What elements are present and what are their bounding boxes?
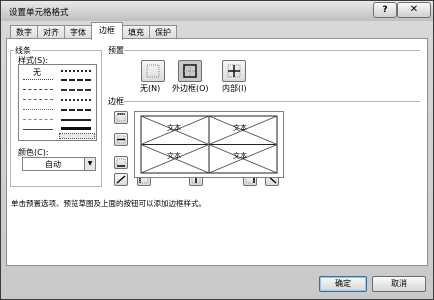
line-style-option[interactable] xyxy=(23,129,53,130)
preview-sketch xyxy=(140,115,278,174)
preview-cell-text: 文本 xyxy=(233,124,247,132)
no-border-icon xyxy=(146,64,160,78)
tab-number[interactable]: 数字 xyxy=(10,25,38,39)
outline-border-icon xyxy=(183,64,197,78)
line-style-double-selected[interactable] xyxy=(59,133,95,139)
tab-border[interactable]: 边框 xyxy=(91,22,123,40)
border-preview[interactable]: 文本 文本 文本 文本 xyxy=(134,111,284,178)
line-style-option[interactable] xyxy=(61,89,91,91)
line-style-none[interactable]: 无 xyxy=(33,67,41,78)
title-bar[interactable]: 设置单元格格式 ? ✕ xyxy=(1,1,433,21)
line-style-option[interactable] xyxy=(23,79,53,80)
bottom-border-icon xyxy=(116,158,126,167)
chevron-down-icon[interactable]: ▼ xyxy=(84,158,95,170)
top-border-icon xyxy=(116,113,126,122)
preview-cell-text: 文本 xyxy=(167,152,181,160)
preview-cell-text: 文本 xyxy=(167,124,181,132)
border-divider xyxy=(124,101,420,102)
tab-fill[interactable]: 填充 xyxy=(122,25,150,39)
line-style-option[interactable] xyxy=(23,109,53,110)
inside-border-icon xyxy=(227,64,241,78)
line-style-option[interactable] xyxy=(23,119,53,120)
help-button[interactable]: ? xyxy=(373,2,397,18)
hint-text: 单击预置选项、预览草图及上面的按钮可以添加边框样式。 xyxy=(11,199,206,208)
tab-font[interactable]: 字体 xyxy=(64,25,92,39)
preset-none-button[interactable] xyxy=(141,60,165,82)
preset-inside-label: 内部(I) xyxy=(222,84,247,93)
line-style-list[interactable]: 无 xyxy=(18,64,97,141)
diagonal-up-border-icon xyxy=(116,175,126,184)
line-style-option[interactable] xyxy=(61,119,91,121)
border-title: 边框 xyxy=(108,97,124,106)
presets-title: 预置 xyxy=(108,46,124,55)
dialog-title: 设置单元格格式 xyxy=(9,8,69,18)
border-bottom-button[interactable] xyxy=(114,156,128,169)
preset-outline-button[interactable] xyxy=(178,60,202,82)
cancel-button[interactable]: 取消 xyxy=(372,276,426,292)
line-style-option[interactable] xyxy=(61,79,91,81)
border-diagonal-up-button[interactable] xyxy=(114,173,128,186)
close-button[interactable]: ✕ xyxy=(397,2,431,18)
line-style-option[interactable] xyxy=(61,109,91,111)
inside-horizontal-border-icon xyxy=(116,135,126,144)
color-value: 自动 xyxy=(45,160,61,169)
preset-none-label: 无(N) xyxy=(140,84,161,93)
color-combobox[interactable]: 自动 ▼ xyxy=(22,157,96,171)
line-style-option[interactable] xyxy=(23,99,53,100)
line-style-option[interactable] xyxy=(23,89,53,90)
ok-button[interactable]: 确定 xyxy=(319,276,367,292)
presets-divider xyxy=(124,50,420,51)
border-inside-horizontal-button[interactable] xyxy=(114,133,128,146)
tab-alignment[interactable]: 对齐 xyxy=(37,25,65,39)
preset-inside-button[interactable] xyxy=(222,60,246,82)
line-style-option[interactable] xyxy=(61,99,91,101)
preview-cell-text: 文本 xyxy=(233,152,247,160)
line-style-option[interactable] xyxy=(61,127,91,130)
preset-outline-label: 外边框(O) xyxy=(172,84,209,93)
border-top-button[interactable] xyxy=(114,111,128,124)
tab-protection[interactable]: 保护 xyxy=(149,25,177,39)
line-style-option[interactable] xyxy=(61,70,91,72)
